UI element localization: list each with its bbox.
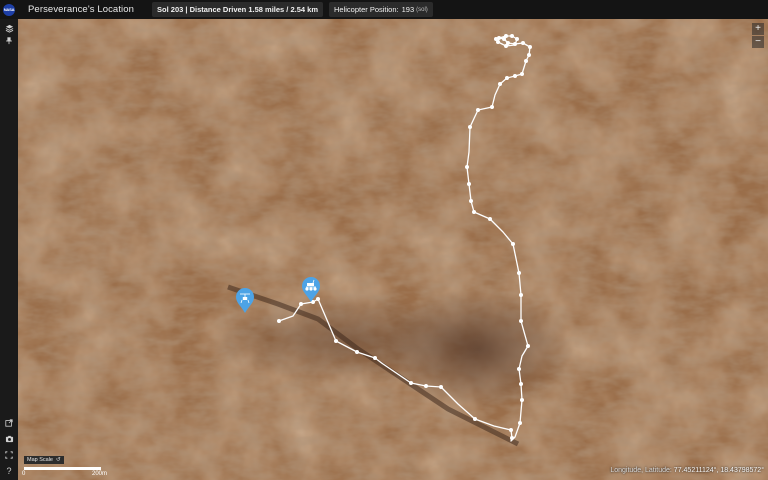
- route-waypoint[interactable]: [520, 72, 524, 76]
- route-waypoint[interactable]: [424, 384, 428, 388]
- map-scale-box[interactable]: Map Scale ↺: [24, 456, 64, 464]
- route-waypoint[interactable]: [510, 34, 514, 38]
- top-bar: NASA Perseverance's Location Sol 203 | D…: [0, 0, 768, 19]
- route-waypoint[interactable]: [504, 34, 508, 38]
- sol-distance-text: Sol 203 | Distance Driven 1.58 miles / 2…: [157, 5, 318, 14]
- share-icon[interactable]: [3, 417, 15, 429]
- route-waypoint[interactable]: [513, 74, 517, 78]
- route-waypoint[interactable]: [510, 436, 514, 440]
- mars-map[interactable]: + −: [18, 19, 768, 480]
- map-scale-reset-icon: ↺: [56, 457, 61, 463]
- route-waypoint[interactable]: [355, 350, 359, 354]
- route-waypoint[interactable]: [519, 319, 523, 323]
- route-waypoint[interactable]: [465, 165, 469, 169]
- route-waypoint[interactable]: [515, 37, 519, 41]
- nasa-logo-text: NASA: [3, 7, 15, 12]
- route-waypoint[interactable]: [409, 381, 413, 385]
- route-waypoint[interactable]: [490, 105, 494, 109]
- zoom-out-button[interactable]: −: [752, 36, 764, 48]
- map-scale-label: Map Scale: [27, 457, 53, 463]
- map-scale-max: 200m: [92, 471, 108, 477]
- help-icon[interactable]: ?: [3, 465, 15, 477]
- helicopter-position-label: Helicopter Position:: [333, 5, 399, 14]
- route-waypoint[interactable]: [299, 302, 303, 306]
- route-waypoint[interactable]: [439, 385, 443, 389]
- route-waypoint[interactable]: [504, 44, 508, 48]
- sol-distance-badge: Sol 203 | Distance Driven 1.58 miles / 2…: [152, 2, 323, 17]
- route-waypoint[interactable]: [473, 417, 477, 421]
- route-waypoint[interactable]: [505, 76, 509, 80]
- route-waypoint[interactable]: [527, 53, 531, 57]
- layers-icon[interactable]: [3, 22, 15, 34]
- route-waypoint[interactable]: [373, 356, 377, 360]
- helicopter-position-unit: (sol): [416, 6, 428, 13]
- route-waypoint[interactable]: [517, 271, 521, 275]
- route-waypoint[interactable]: [488, 217, 492, 221]
- ground-ripple-texture: [18, 19, 768, 480]
- route-waypoint[interactable]: [520, 398, 524, 402]
- route-waypoint[interactable]: [524, 59, 528, 63]
- helicopter-position-value: 193: [401, 5, 415, 14]
- route-waypoint[interactable]: [498, 82, 502, 86]
- route-waypoint[interactable]: [518, 421, 522, 425]
- fullscreen-icon[interactable]: [3, 449, 15, 461]
- route-waypoint[interactable]: [494, 37, 498, 41]
- coordinates-readout: Longitude, Latitude: 77.45211124°, 18.43…: [610, 467, 764, 474]
- route-waypoint[interactable]: [517, 367, 521, 371]
- route-waypoint[interactable]: [519, 382, 523, 386]
- route-waypoint[interactable]: [509, 428, 513, 432]
- route-waypoint[interactable]: [468, 125, 472, 129]
- route-waypoint[interactable]: [316, 297, 320, 301]
- app-title: Perseverance's Location: [28, 4, 135, 15]
- route-waypoint[interactable]: [476, 108, 480, 112]
- map-terrain: [18, 19, 768, 480]
- zoom-in-button[interactable]: +: [752, 23, 764, 35]
- route-waypoint[interactable]: [469, 199, 473, 203]
- map-scale-zero: 0: [22, 471, 26, 477]
- coordinates-label: Longitude, Latitude:: [610, 467, 672, 474]
- pin-icon[interactable]: [3, 34, 15, 46]
- camera-icon[interactable]: [3, 433, 15, 445]
- left-toolbar: ?: [0, 19, 18, 480]
- route-waypoint[interactable]: [519, 293, 523, 297]
- nasa-logo-disc: NASA: [3, 3, 15, 16]
- route-waypoint[interactable]: [526, 344, 530, 348]
- help-glyph: ?: [6, 466, 12, 476]
- route-waypoint[interactable]: [467, 182, 471, 186]
- nasa-logo[interactable]: NASA: [0, 0, 18, 19]
- route-waypoint[interactable]: [513, 42, 517, 46]
- coordinates-value: 77.45211124°, 18.43798572°: [673, 467, 764, 474]
- route-waypoint[interactable]: [472, 210, 476, 214]
- map-scale-bar: [24, 467, 101, 470]
- route-waypoint[interactable]: [334, 339, 338, 343]
- helicopter-position-badge[interactable]: Helicopter Position: 193 (sol): [328, 2, 433, 17]
- route-waypoint[interactable]: [277, 319, 281, 323]
- route-waypoint[interactable]: [521, 41, 525, 45]
- route-waypoint[interactable]: [511, 242, 515, 246]
- route-waypoint[interactable]: [528, 45, 532, 49]
